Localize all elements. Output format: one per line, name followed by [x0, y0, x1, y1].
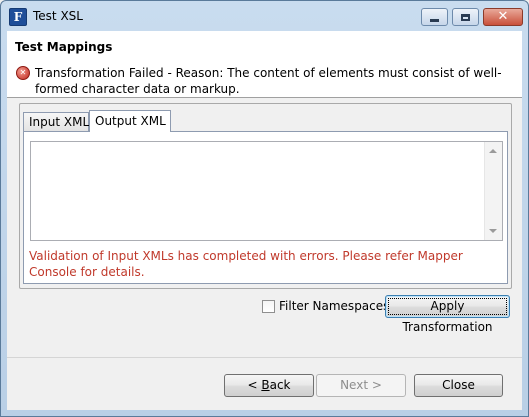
window-close-button[interactable]: ✕: [483, 8, 523, 26]
page-title: Test Mappings: [15, 40, 113, 54]
tab-input-xml[interactable]: Input XML: [23, 112, 89, 131]
dialog-header: Test Mappings ✕ Transformation Failed - …: [7, 31, 522, 98]
dialog-window: F Test XSL ✕ Test Mappings ✕ Transformat…: [0, 0, 529, 417]
back-rest: ack: [269, 378, 291, 392]
maximize-button[interactable]: [452, 8, 479, 26]
footer-separator: [7, 357, 522, 358]
vertical-scrollbar[interactable]: [484, 142, 502, 240]
validation-message: Validation of Input XMLs has completed w…: [29, 249, 463, 279]
filter-namespaces-checkbox[interactable]: [262, 299, 275, 313]
filter-namespaces-option[interactable]: Filter Namespaces: [262, 299, 389, 313]
tab-content: Validation of Input XMLs has completed w…: [23, 131, 508, 284]
back-button[interactable]: < Back: [224, 374, 314, 397]
window-title: Test XSL: [33, 9, 83, 23]
tab-output-xml[interactable]: Output XML: [89, 110, 171, 132]
filter-namespaces-label[interactable]: Filter Namespaces: [279, 299, 389, 313]
error-icon: ✕: [16, 66, 30, 80]
minimize-button[interactable]: [421, 8, 448, 26]
maximize-icon: [461, 13, 470, 21]
apply-transformation-button[interactable]: Apply Transformation: [385, 295, 510, 334]
scroll-down-icon[interactable]: [489, 229, 497, 233]
app-logo-icon: F: [9, 8, 27, 26]
next-button[interactable]: Next >: [316, 374, 406, 397]
output-xml-textarea[interactable]: [30, 141, 503, 241]
back-prefix: <: [247, 378, 262, 392]
back-mnemonic: B: [261, 378, 270, 392]
error-message: Transformation Failed - Reason: The cont…: [35, 66, 502, 96]
dialog-client-area: Test Mappings ✕ Transformation Failed - …: [7, 31, 522, 410]
focus-rectangle: [388, 298, 507, 315]
scroll-up-icon[interactable]: [489, 149, 497, 153]
close-button[interactable]: Close: [414, 374, 503, 397]
title-bar[interactable]: F Test XSL ✕: [1, 1, 528, 31]
xml-tab-panel: Input XML Output XML Validation of Input…: [19, 103, 512, 289]
minimize-icon: [430, 18, 439, 22]
close-icon: ✕: [497, 9, 509, 24]
